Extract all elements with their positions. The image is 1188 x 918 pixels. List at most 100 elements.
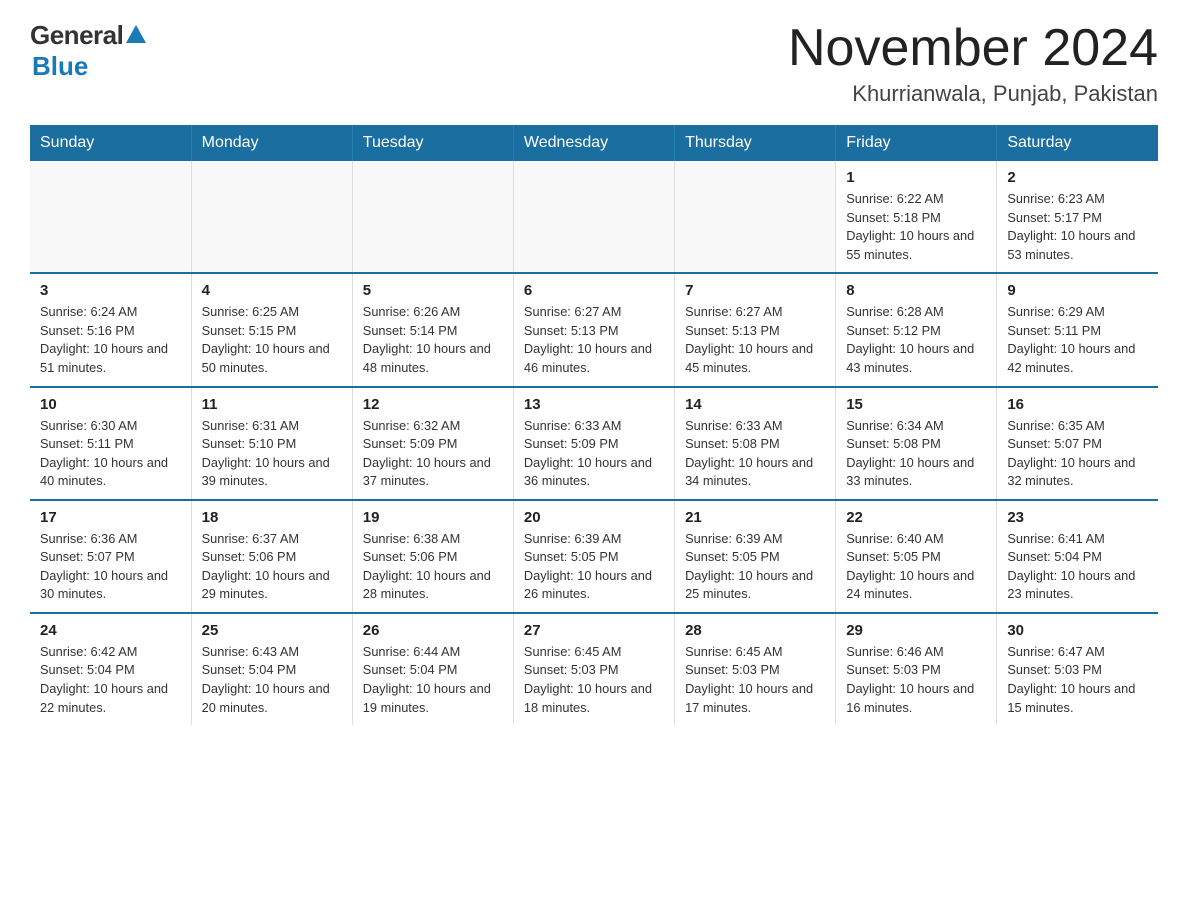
calendar-cell: 13 Sunrise: 6:33 AM Sunset: 5:09 PM Dayli… bbox=[513, 387, 674, 500]
day-number: 27 bbox=[524, 622, 664, 639]
calendar-cell: 4Sunrise: 6:25 AM Sunset: 5:15 PM Daylig… bbox=[191, 273, 352, 386]
day-info: Sunrise: 6:43 AM Sunset: 5:04 PM Dayligh… bbox=[202, 643, 342, 717]
day-number: 21 bbox=[685, 509, 825, 526]
day-number: 28 bbox=[685, 622, 825, 639]
day-info: Sunrise: 6:33 AM Sunset: 5:09 PM Dayligh… bbox=[524, 417, 664, 491]
calendar-week-row: 10 Sunrise: 6:30 AM Sunset: 5:11 PM Dayli… bbox=[30, 387, 1158, 500]
day-info: Sunrise: 6:35 AM Sunset: 5:07 PM Dayligh… bbox=[1007, 417, 1148, 491]
calendar-cell: 1Sunrise: 6:22 AM Sunset: 5:18 PM Daylig… bbox=[836, 161, 997, 273]
day-info: Sunrise: 6:32 AM Sunset: 5:09 PM Dayligh… bbox=[363, 417, 503, 491]
day-info: Sunrise: 6:39 AM Sunset: 5:05 PM Dayligh… bbox=[685, 530, 825, 604]
logo: General Blue bbox=[30, 20, 146, 82]
calendar-cell: 28 Sunrise: 6:45 AM Sunset: 5:03 PM Dayli… bbox=[675, 613, 836, 725]
day-info: Sunrise: 6:36 AM Sunset: 5:07 PM Dayligh… bbox=[40, 530, 181, 604]
calendar-cell bbox=[191, 161, 352, 273]
calendar-cell: 15 Sunrise: 6:34 AM Sunset: 5:08 PM Dayli… bbox=[836, 387, 997, 500]
calendar-cell: 9Sunrise: 6:29 AM Sunset: 5:11 PM Daylig… bbox=[997, 273, 1158, 386]
day-info: Sunrise: 6:29 AM Sunset: 5:11 PM Dayligh… bbox=[1007, 303, 1148, 377]
calendar-week-row: 24 Sunrise: 6:42 AM Sunset: 5:04 PM Dayli… bbox=[30, 613, 1158, 725]
day-number: 26 bbox=[363, 622, 503, 639]
day-number: 25 bbox=[202, 622, 342, 639]
weekday-header-tuesday: Tuesday bbox=[352, 125, 513, 161]
page-header: General Blue November 2024 Khurrianwala,… bbox=[30, 20, 1158, 107]
calendar-cell: 27 Sunrise: 6:45 AM Sunset: 5:03 PM Dayli… bbox=[513, 613, 674, 725]
calendar-cell: 5 Sunrise: 6:26 AM Sunset: 5:14 PM Daylig… bbox=[352, 273, 513, 386]
calendar-cell: 20Sunrise: 6:39 AM Sunset: 5:05 PM Dayli… bbox=[513, 500, 674, 613]
day-number: 13 bbox=[524, 396, 664, 413]
day-number: 17 bbox=[40, 509, 181, 526]
calendar-cell bbox=[352, 161, 513, 273]
calendar-cell: 3 Sunrise: 6:24 AM Sunset: 5:16 PM Daylig… bbox=[30, 273, 191, 386]
day-info: Sunrise: 6:27 AM Sunset: 5:13 PM Dayligh… bbox=[524, 303, 664, 377]
calendar-header: SundayMondayTuesdayWednesdayThursdayFrid… bbox=[30, 125, 1158, 161]
day-info: Sunrise: 6:42 AM Sunset: 5:04 PM Dayligh… bbox=[40, 643, 181, 717]
day-number: 11 bbox=[202, 396, 342, 413]
calendar-body: 1Sunrise: 6:22 AM Sunset: 5:18 PM Daylig… bbox=[30, 161, 1158, 725]
day-number: 23 bbox=[1007, 509, 1148, 526]
day-number: 3 bbox=[40, 282, 181, 299]
calendar-cell: 22Sunrise: 6:40 AM Sunset: 5:05 PM Dayli… bbox=[836, 500, 997, 613]
weekday-header-saturday: Saturday bbox=[997, 125, 1158, 161]
calendar-cell: 18 Sunrise: 6:37 AM Sunset: 5:06 PM Dayli… bbox=[191, 500, 352, 613]
day-number: 19 bbox=[363, 509, 503, 526]
day-info: Sunrise: 6:30 AM Sunset: 5:11 PM Dayligh… bbox=[40, 417, 181, 491]
day-info: Sunrise: 6:47 AM Sunset: 5:03 PM Dayligh… bbox=[1007, 643, 1148, 717]
calendar-cell bbox=[513, 161, 674, 273]
day-info: Sunrise: 6:23 AM Sunset: 5:17 PM Dayligh… bbox=[1007, 190, 1148, 264]
day-info: Sunrise: 6:22 AM Sunset: 5:18 PM Dayligh… bbox=[846, 190, 986, 264]
weekday-header-row: SundayMondayTuesdayWednesdayThursdayFrid… bbox=[30, 125, 1158, 161]
day-info: Sunrise: 6:26 AM Sunset: 5:14 PM Dayligh… bbox=[363, 303, 503, 377]
day-number: 15 bbox=[846, 396, 986, 413]
day-number: 29 bbox=[846, 622, 986, 639]
day-number: 30 bbox=[1007, 622, 1148, 639]
weekday-header-monday: Monday bbox=[191, 125, 352, 161]
day-number: 14 bbox=[685, 396, 825, 413]
day-info: Sunrise: 6:33 AM Sunset: 5:08 PM Dayligh… bbox=[685, 417, 825, 491]
title-area: November 2024 Khurrianwala, Punjab, Paki… bbox=[788, 20, 1158, 107]
day-number: 6 bbox=[524, 282, 664, 299]
day-number: 20 bbox=[524, 509, 664, 526]
logo-general-text: General bbox=[30, 20, 123, 51]
calendar-week-row: 17 Sunrise: 6:36 AM Sunset: 5:07 PM Dayli… bbox=[30, 500, 1158, 613]
day-number: 10 bbox=[40, 396, 181, 413]
day-info: Sunrise: 6:46 AM Sunset: 5:03 PM Dayligh… bbox=[846, 643, 986, 717]
calendar-week-row: 3 Sunrise: 6:24 AM Sunset: 5:16 PM Daylig… bbox=[30, 273, 1158, 386]
calendar-cell: 29 Sunrise: 6:46 AM Sunset: 5:03 PM Dayli… bbox=[836, 613, 997, 725]
day-info: Sunrise: 6:24 AM Sunset: 5:16 PM Dayligh… bbox=[40, 303, 181, 377]
day-number: 7 bbox=[685, 282, 825, 299]
calendar-cell: 6 Sunrise: 6:27 AM Sunset: 5:13 PM Daylig… bbox=[513, 273, 674, 386]
calendar-cell: 16Sunrise: 6:35 AM Sunset: 5:07 PM Dayli… bbox=[997, 387, 1158, 500]
calendar-cell: 17 Sunrise: 6:36 AM Sunset: 5:07 PM Dayli… bbox=[30, 500, 191, 613]
day-number: 4 bbox=[202, 282, 342, 299]
day-info: Sunrise: 6:28 AM Sunset: 5:12 PM Dayligh… bbox=[846, 303, 986, 377]
day-info: Sunrise: 6:34 AM Sunset: 5:08 PM Dayligh… bbox=[846, 417, 986, 491]
day-number: 24 bbox=[40, 622, 181, 639]
calendar-week-row: 1Sunrise: 6:22 AM Sunset: 5:18 PM Daylig… bbox=[30, 161, 1158, 273]
day-info: Sunrise: 6:38 AM Sunset: 5:06 PM Dayligh… bbox=[363, 530, 503, 604]
calendar-cell: 12Sunrise: 6:32 AM Sunset: 5:09 PM Dayli… bbox=[352, 387, 513, 500]
calendar-cell: 7Sunrise: 6:27 AM Sunset: 5:13 PM Daylig… bbox=[675, 273, 836, 386]
calendar-cell: 10 Sunrise: 6:30 AM Sunset: 5:11 PM Dayli… bbox=[30, 387, 191, 500]
weekday-header-sunday: Sunday bbox=[30, 125, 191, 161]
logo-triangle-icon bbox=[126, 25, 146, 43]
day-number: 18 bbox=[202, 509, 342, 526]
day-info: Sunrise: 6:41 AM Sunset: 5:04 PM Dayligh… bbox=[1007, 530, 1148, 604]
calendar-cell bbox=[30, 161, 191, 273]
month-title: November 2024 bbox=[788, 20, 1158, 77]
day-info: Sunrise: 6:37 AM Sunset: 5:06 PM Dayligh… bbox=[202, 530, 342, 604]
calendar-cell: 8 Sunrise: 6:28 AM Sunset: 5:12 PM Daylig… bbox=[836, 273, 997, 386]
day-info: Sunrise: 6:40 AM Sunset: 5:05 PM Dayligh… bbox=[846, 530, 986, 604]
day-info: Sunrise: 6:44 AM Sunset: 5:04 PM Dayligh… bbox=[363, 643, 503, 717]
calendar-cell: 19 Sunrise: 6:38 AM Sunset: 5:06 PM Dayli… bbox=[352, 500, 513, 613]
day-info: Sunrise: 6:31 AM Sunset: 5:10 PM Dayligh… bbox=[202, 417, 342, 491]
day-info: Sunrise: 6:45 AM Sunset: 5:03 PM Dayligh… bbox=[524, 643, 664, 717]
day-info: Sunrise: 6:45 AM Sunset: 5:03 PM Dayligh… bbox=[685, 643, 825, 717]
calendar-cell: 26 Sunrise: 6:44 AM Sunset: 5:04 PM Dayli… bbox=[352, 613, 513, 725]
logo-blue-text: Blue bbox=[32, 51, 88, 82]
weekday-header-thursday: Thursday bbox=[675, 125, 836, 161]
day-number: 8 bbox=[846, 282, 986, 299]
day-number: 5 bbox=[363, 282, 503, 299]
calendar-cell: 24 Sunrise: 6:42 AM Sunset: 5:04 PM Dayli… bbox=[30, 613, 191, 725]
calendar-cell: 14 Sunrise: 6:33 AM Sunset: 5:08 PM Dayli… bbox=[675, 387, 836, 500]
calendar-table: SundayMondayTuesdayWednesdayThursdayFrid… bbox=[30, 125, 1158, 725]
